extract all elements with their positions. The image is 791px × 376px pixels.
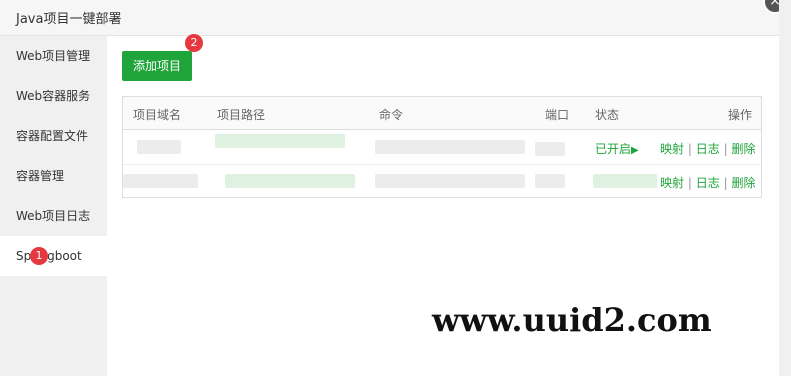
- blurred-path: [225, 174, 355, 188]
- delete-link[interactable]: 删除: [731, 176, 755, 190]
- header-command: 命令: [379, 108, 404, 122]
- map-link[interactable]: 映射: [660, 176, 684, 190]
- scrollbar-track[interactable]: [779, 0, 791, 376]
- blurred-status: [593, 174, 657, 188]
- blurred-port: [535, 142, 565, 156]
- table-header: 项目域名 项目路径 命令 端口 状态 操作: [123, 97, 761, 130]
- status-running[interactable]: 已开启▶: [595, 140, 639, 157]
- blurred-domain: [137, 140, 181, 154]
- header-path: 项目路径: [217, 108, 266, 122]
- blurred-command: [375, 174, 525, 188]
- header-port: 端口: [545, 108, 570, 122]
- blurred-path: [215, 134, 345, 148]
- play-icon: ▶: [631, 145, 639, 156]
- step-badge-1: 1: [30, 247, 48, 265]
- delete-link[interactable]: 删除: [731, 142, 755, 156]
- dialog-title: Java项目一键部署: [16, 12, 122, 27]
- sidebar-item-springboot[interactable]: Springboot: [0, 236, 107, 276]
- blurred-domain: [123, 174, 198, 188]
- step-badge-2: 2: [185, 34, 203, 52]
- header-actions: 操作: [728, 108, 753, 122]
- log-link[interactable]: 日志: [696, 142, 720, 156]
- sidebar: Web项目管理 Web容器服务 容器配置文件 容器管理 Web项目日志 Spri…: [0, 36, 107, 376]
- log-link[interactable]: 日志: [696, 176, 720, 190]
- sidebar-item-web-project-manage[interactable]: Web项目管理: [0, 36, 107, 76]
- project-table: 项目域名 项目路径 命令 端口 状态 操作 已开启▶ 映射 | 日志 | 删除 …: [122, 96, 762, 198]
- table-row: 已开启▶ 映射 | 日志 | 删除: [123, 131, 761, 165]
- sidebar-item-web-container-service[interactable]: Web容器服务: [0, 76, 107, 116]
- row-actions: 映射 | 日志 | 删除: [660, 142, 756, 156]
- watermark: www.uuid2.com: [432, 301, 712, 339]
- add-project-button[interactable]: 添加项目: [122, 51, 192, 81]
- blurred-command: [375, 140, 525, 154]
- sidebar-item-web-project-log[interactable]: Web项目日志: [0, 196, 107, 236]
- sidebar-item-container-config[interactable]: 容器配置文件: [0, 116, 107, 156]
- dialog-titlebar: Java项目一键部署: [0, 0, 779, 36]
- map-link[interactable]: 映射: [660, 142, 684, 156]
- table-row: 映射 | 日志 | 删除: [123, 165, 761, 199]
- sidebar-item-container-manage[interactable]: 容器管理: [0, 156, 107, 196]
- header-domain: 项目域名: [133, 108, 182, 122]
- header-status: 状态: [595, 108, 620, 122]
- blurred-port: [535, 174, 565, 188]
- row-actions: 映射 | 日志 | 删除: [660, 176, 756, 190]
